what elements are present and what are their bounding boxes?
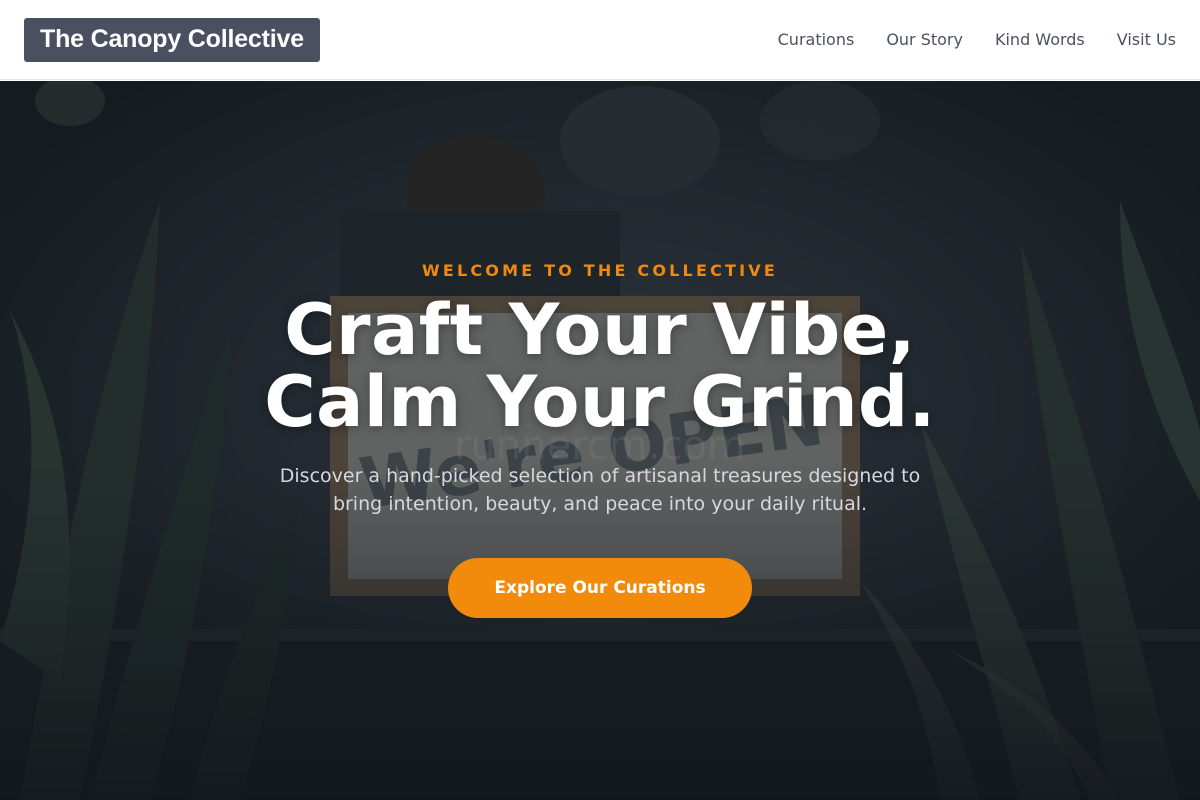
nav-link-our-story[interactable]: Our Story (886, 30, 963, 49)
main-nav: Curations Our Story Kind Words Visit Us (746, 30, 1176, 49)
nav-link-visit-us[interactable]: Visit Us (1117, 30, 1176, 49)
hero-eyebrow: WELCOME TO THE COLLECTIVE (421, 261, 778, 280)
brand-logo[interactable]: The Canopy Collective (24, 17, 320, 62)
explore-curations-button[interactable]: Explore Our Curations (448, 558, 752, 618)
nav-link-kind-words[interactable]: Kind Words (995, 30, 1085, 49)
nav-link-curations[interactable]: Curations (778, 30, 855, 49)
hero-headline: Craft Your Vibe, Calm Your Grind. (264, 294, 936, 438)
hero-section: We're OPEN runnercm.com WELCOME TO THE C… (0, 81, 1200, 800)
hero-headline-line-2: Calm Your Grind. (264, 361, 936, 443)
hero-headline-line-1: Craft Your Vibe, (284, 289, 916, 371)
hero-subtext: Discover a hand-picked selection of arti… (279, 465, 921, 515)
hero-content: WELCOME TO THE COLLECTIVE Craft Your Vib… (0, 81, 1200, 800)
site-header: The Canopy Collective Curations Our Stor… (0, 0, 1200, 80)
